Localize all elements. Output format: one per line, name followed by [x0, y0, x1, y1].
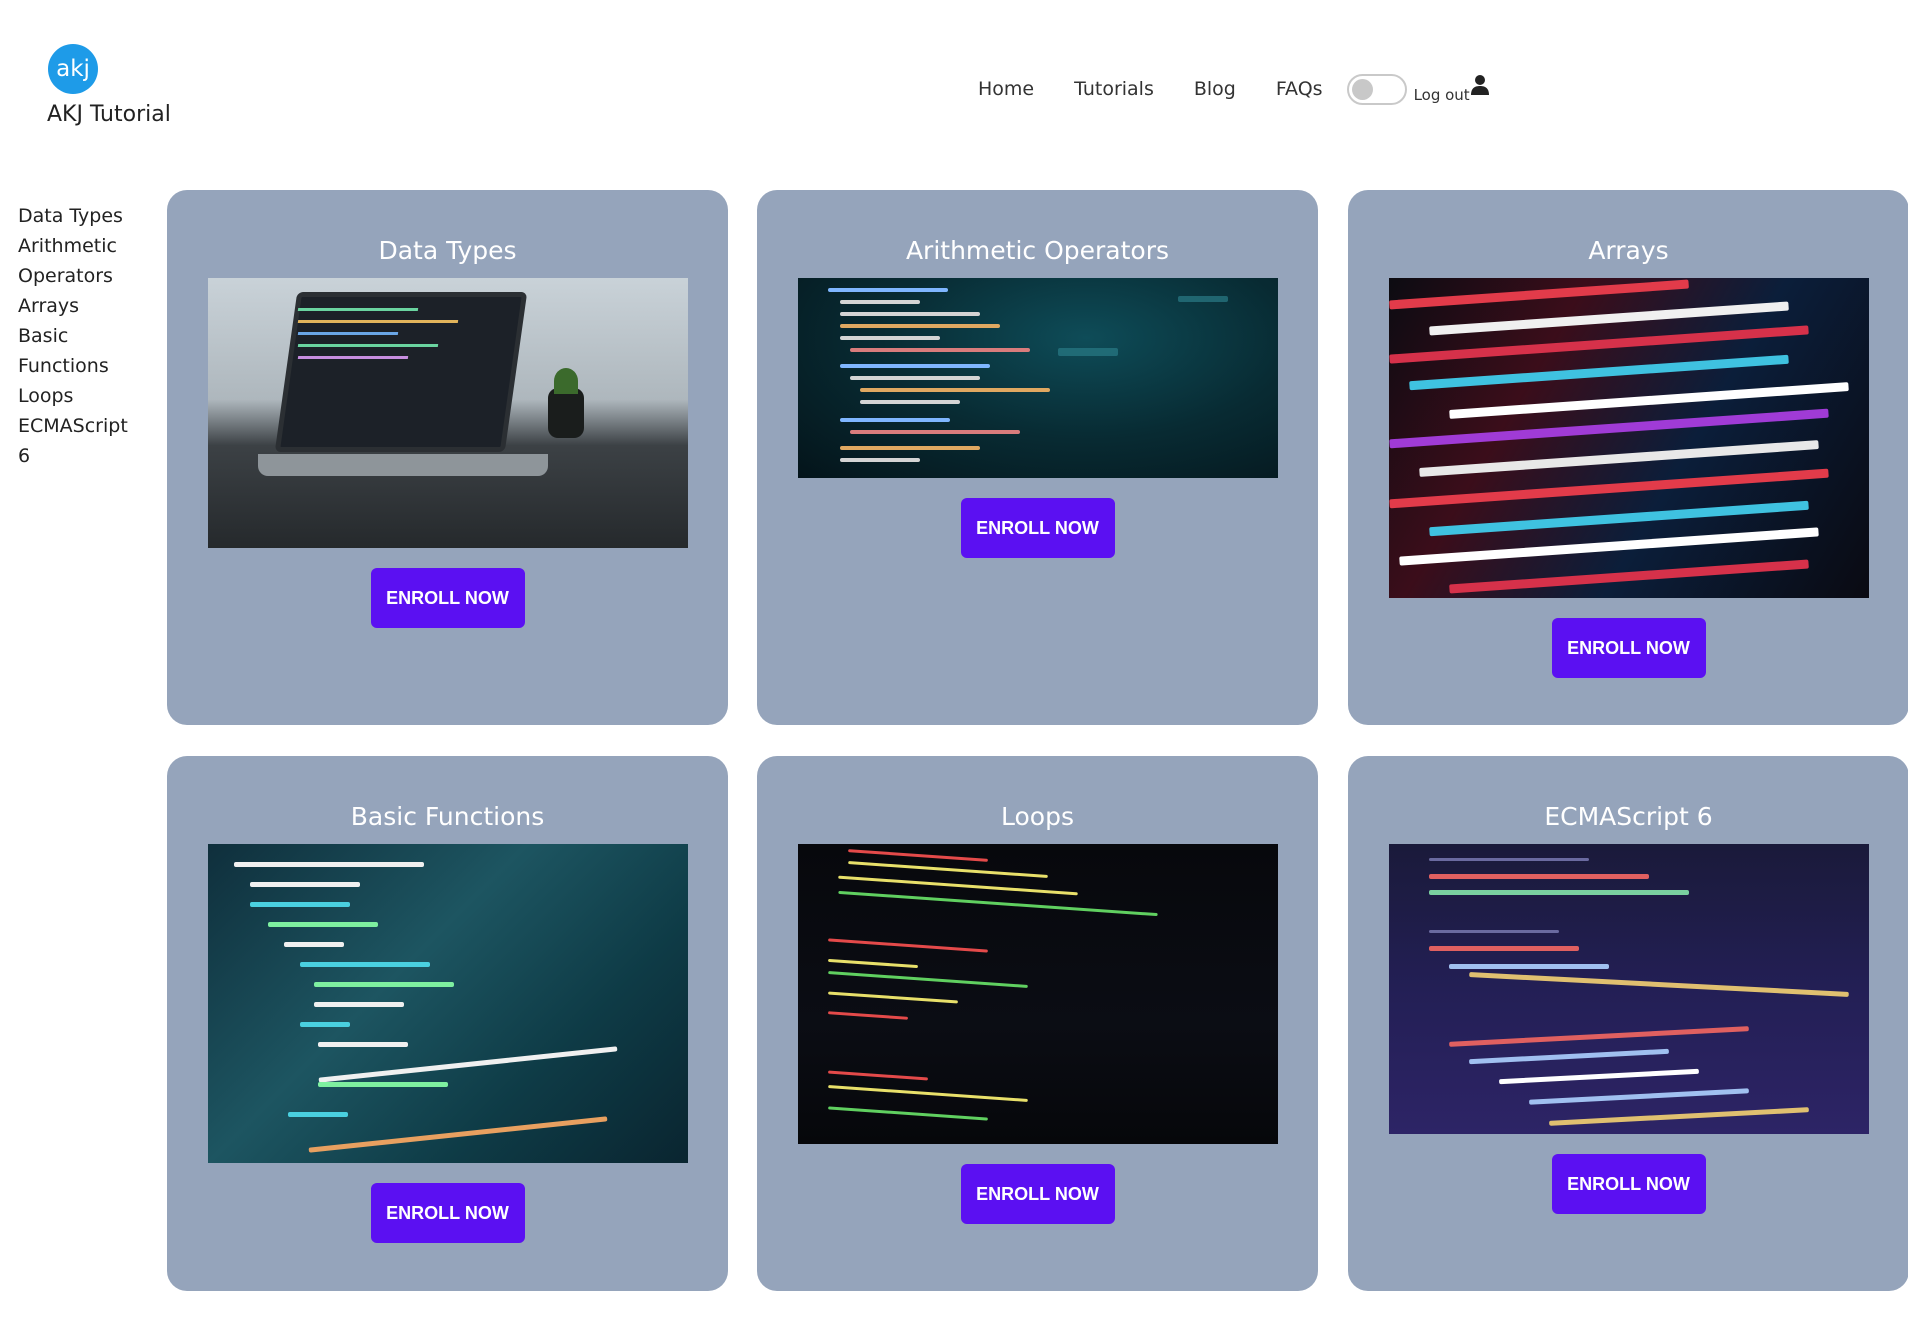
sidebar-item-functions[interactable]: Functions: [18, 351, 158, 381]
card-image-code: [1388, 844, 1869, 1134]
enroll-button[interactable]: ENROLL NOW: [1551, 618, 1706, 678]
sidebar-item-basic[interactable]: Basic: [18, 321, 158, 351]
user-icon[interactable]: [1470, 74, 1489, 96]
nav-link-blog[interactable]: Blog: [1194, 78, 1236, 100]
card-title: ECMAScript 6: [1544, 802, 1713, 831]
logout-link[interactable]: Log out: [1414, 86, 1470, 104]
card-title: Loops: [1001, 802, 1074, 831]
brand[interactable]: akj AKJ Tutorial: [47, 44, 171, 127]
course-card: Data Types ENROLL NOW: [167, 190, 728, 725]
course-card: Basic Functions ENROLL NOW: [167, 756, 728, 1291]
nav-link-home[interactable]: Home: [978, 78, 1034, 100]
nav-link-faqs[interactable]: FAQs: [1276, 78, 1323, 100]
theme-toggle[interactable]: [1346, 73, 1407, 105]
logo-text: akj: [56, 56, 90, 82]
card-image-laptop: [207, 278, 688, 548]
course-card: Loops ENROLL NOW: [757, 756, 1318, 1291]
course-card: ECMAScript 6 ENROLL NOW: [1348, 756, 1908, 1291]
page: akj AKJ Tutorial Home Tutorials Blog FAQ…: [0, 0, 1908, 1332]
card-image-code: [207, 844, 688, 1163]
card-title: Basic Functions: [350, 802, 545, 831]
sidebar-item-es6[interactable]: 6: [18, 441, 158, 471]
sidebar-item-ecmascript[interactable]: ECMAScript: [18, 411, 158, 441]
card-title: Arrays: [1588, 236, 1669, 265]
card-title: Arithmetic Operators: [905, 236, 1170, 265]
course-card: Arrays ENROLL NOW: [1348, 190, 1908, 725]
card-title: Data Types: [378, 236, 517, 265]
sidebar-item-loops[interactable]: Loops: [18, 381, 158, 411]
logo-icon[interactable]: akj: [48, 44, 98, 94]
sidebar-item-data-types[interactable]: Data Types: [18, 201, 158, 231]
sidebar-item-arrays[interactable]: Arrays: [18, 291, 158, 321]
course-card: Arithmetic Operators ENROLL NOW: [757, 190, 1318, 725]
enroll-button[interactable]: ENROLL NOW: [1551, 1154, 1706, 1214]
sidebar-item-operators[interactable]: Operators: [18, 261, 158, 291]
enroll-button[interactable]: ENROLL NOW: [370, 568, 525, 628]
enroll-button[interactable]: ENROLL NOW: [960, 1164, 1115, 1224]
card-image-code: [1388, 278, 1869, 598]
enroll-button[interactable]: ENROLL NOW: [960, 498, 1115, 558]
top-nav: Home Tutorials Blog FAQs Log out: [978, 70, 1489, 108]
card-image-code: [797, 278, 1278, 478]
enroll-button[interactable]: ENROLL NOW: [370, 1183, 525, 1243]
toggle-knob: [1351, 78, 1373, 100]
sidebar: Data Types Arithmetic Operators Arrays B…: [18, 201, 158, 471]
card-image-code: [797, 844, 1278, 1144]
sidebar-item-arithmetic[interactable]: Arithmetic: [18, 231, 158, 261]
brand-name[interactable]: AKJ Tutorial: [47, 102, 171, 127]
nav-link-tutorials[interactable]: Tutorials: [1074, 78, 1154, 100]
